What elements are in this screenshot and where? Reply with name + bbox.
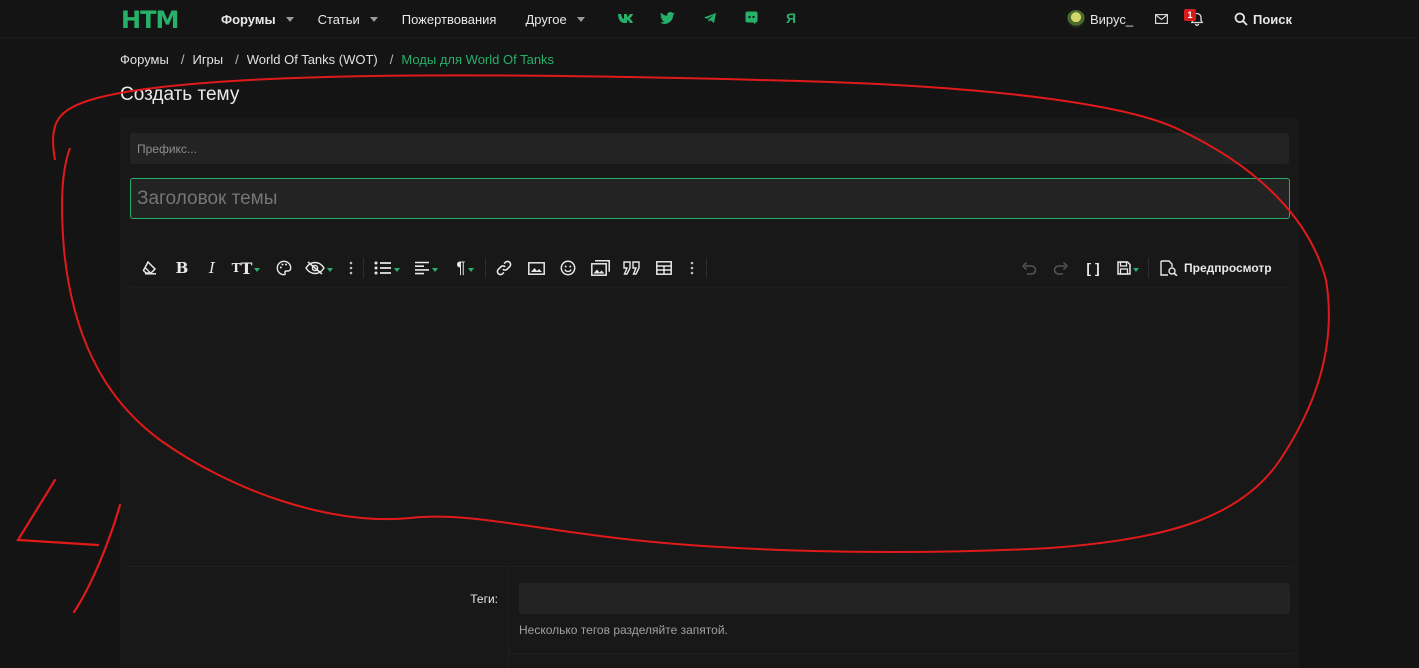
site-logo[interactable]: HTM bbox=[121, 6, 179, 34]
username: Вирус_ bbox=[1090, 11, 1134, 27]
search-label: Поиск bbox=[1253, 11, 1293, 27]
search-icon bbox=[1234, 12, 1248, 26]
nav-other-label: Другое bbox=[525, 11, 567, 27]
telegram-icon[interactable] bbox=[703, 12, 717, 24]
breadcrumb: Форумы / Игры / World Of Tanks (WOT) / М… bbox=[120, 52, 554, 67]
link-icon[interactable] bbox=[494, 251, 514, 285]
breadcrumb-item[interactable]: World Of Tanks (WOT) bbox=[247, 52, 378, 67]
preview-icon bbox=[1160, 260, 1178, 276]
table-icon[interactable] bbox=[654, 251, 674, 285]
more-options-icon[interactable] bbox=[686, 251, 698, 285]
smiley-icon[interactable] bbox=[558, 251, 578, 285]
alerts-badge: 1 bbox=[1184, 9, 1196, 21]
breadcrumb-item[interactable]: Игры bbox=[192, 52, 223, 67]
tags-hint: Несколько тегов разделяйте запятой. bbox=[519, 623, 728, 637]
discord-icon[interactable] bbox=[745, 11, 758, 25]
tags-row: Теги: Несколько тегов разделяйте запятой… bbox=[125, 566, 1295, 668]
editor-toolbar: B I TT ¶ [] Предпросмотр bbox=[130, 251, 1289, 285]
redo-icon[interactable] bbox=[1051, 251, 1071, 285]
toolbar-divider bbox=[1148, 258, 1149, 278]
nav-articles-label: Статьи bbox=[317, 11, 360, 27]
italic-icon[interactable]: I bbox=[204, 251, 220, 285]
nav-forums-label: Форумы bbox=[221, 11, 276, 27]
top-navigation-bar: HTM Форумы Статьи Пожертвования Другое Я… bbox=[0, 0, 1419, 38]
breadcrumb-separator: / bbox=[235, 52, 239, 67]
messages-icon[interactable] bbox=[1155, 0, 1168, 38]
thread-title-input[interactable] bbox=[130, 178, 1290, 219]
toolbar-divider bbox=[706, 258, 707, 278]
chevron-down-icon[interactable] bbox=[369, 16, 378, 22]
toolbar-divider bbox=[485, 258, 486, 278]
image-icon[interactable] bbox=[526, 251, 546, 285]
quote-icon[interactable] bbox=[621, 251, 643, 285]
breadcrumb-separator: / bbox=[389, 52, 394, 67]
prefix-select[interactable]: Префикс... bbox=[130, 133, 1289, 164]
annotation-number-4 bbox=[16, 478, 122, 614]
chevron-down-icon[interactable] bbox=[576, 16, 585, 22]
nav-forums[interactable]: Форумы bbox=[221, 0, 294, 38]
align-icon[interactable] bbox=[411, 251, 441, 285]
twitter-icon[interactable] bbox=[660, 12, 675, 24]
paragraph-icon[interactable]: ¶ bbox=[450, 251, 480, 285]
yandex-icon[interactable]: Я bbox=[786, 10, 796, 26]
nav-donations-label: Пожертвования bbox=[401, 11, 497, 27]
chevron-down-icon[interactable] bbox=[285, 16, 294, 22]
breadcrumb-item[interactable]: Форумы bbox=[120, 52, 169, 67]
media-icon[interactable] bbox=[589, 251, 611, 285]
breadcrumb-separator: / bbox=[180, 52, 185, 67]
account-link[interactable]: Вирус_ bbox=[1067, 0, 1133, 38]
nav-articles[interactable]: Статьи bbox=[318, 0, 378, 38]
nav-donations[interactable]: Пожертвования bbox=[402, 0, 497, 38]
preview-button[interactable]: Предпросмотр bbox=[1160, 251, 1285, 285]
drafts-icon[interactable] bbox=[1113, 251, 1143, 285]
preview-label: Предпросмотр bbox=[1184, 261, 1272, 275]
avatar bbox=[1067, 10, 1085, 28]
message-editor[interactable] bbox=[130, 287, 1289, 557]
undo-icon[interactable] bbox=[1019, 251, 1039, 285]
vk-icon[interactable] bbox=[617, 12, 633, 24]
clear-formatting-icon[interactable] bbox=[139, 251, 161, 285]
list-icon[interactable] bbox=[371, 251, 403, 285]
main-nav: Форумы Статьи Пожертвования Другое bbox=[221, 0, 585, 38]
toolbar-divider bbox=[363, 258, 364, 278]
nav-other[interactable]: Другое bbox=[525, 0, 585, 38]
bold-icon[interactable]: B bbox=[173, 251, 191, 285]
text-size-icon[interactable]: TT bbox=[229, 251, 263, 285]
color-palette-icon[interactable] bbox=[275, 251, 293, 285]
row-divider bbox=[508, 653, 1295, 654]
tags-input[interactable] bbox=[519, 583, 1290, 614]
hide-icon[interactable] bbox=[301, 251, 337, 285]
bbcode-icon[interactable]: [ ] bbox=[1083, 251, 1103, 285]
create-thread-form: Префикс... B I TT ¶ bbox=[120, 118, 1299, 668]
search-button[interactable]: Поиск bbox=[1234, 0, 1292, 38]
more-options-icon[interactable] bbox=[345, 251, 357, 285]
page-title: Создать тему bbox=[120, 84, 240, 105]
breadcrumb-current[interactable]: Моды для World Of Tanks bbox=[401, 52, 554, 67]
tags-label: Теги: bbox=[470, 592, 498, 606]
